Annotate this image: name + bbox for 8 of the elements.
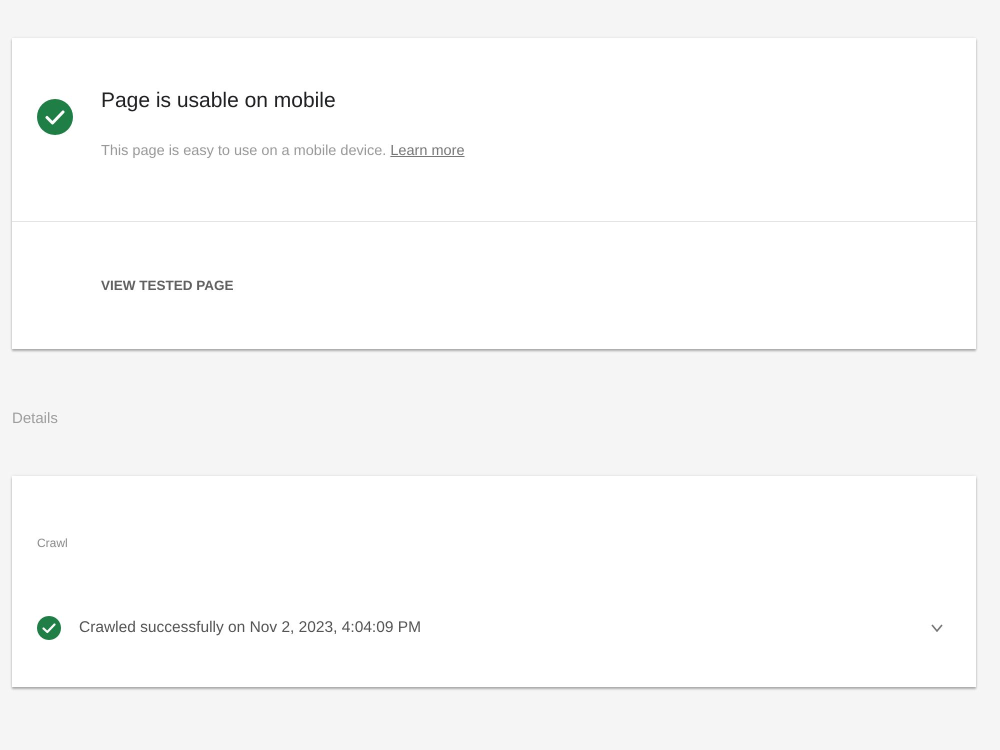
learn-more-link[interactable]: Learn more: [390, 143, 465, 159]
view-tested-page-button[interactable]: VIEW TESTED PAGE: [89, 270, 246, 301]
crawl-status-text: Crawled successfully on Nov 2, 2023, 4:04:09 PM: [79, 618, 422, 638]
status-title: Page is usable on mobile: [101, 88, 337, 114]
section-title: Crawl: [37, 535, 68, 551]
status-description: This page is easy to use on a mobile device. Learn more: [101, 142, 465, 161]
details-heading: Details: [12, 409, 58, 429]
chevron-down-icon[interactable]: [931, 624, 943, 632]
